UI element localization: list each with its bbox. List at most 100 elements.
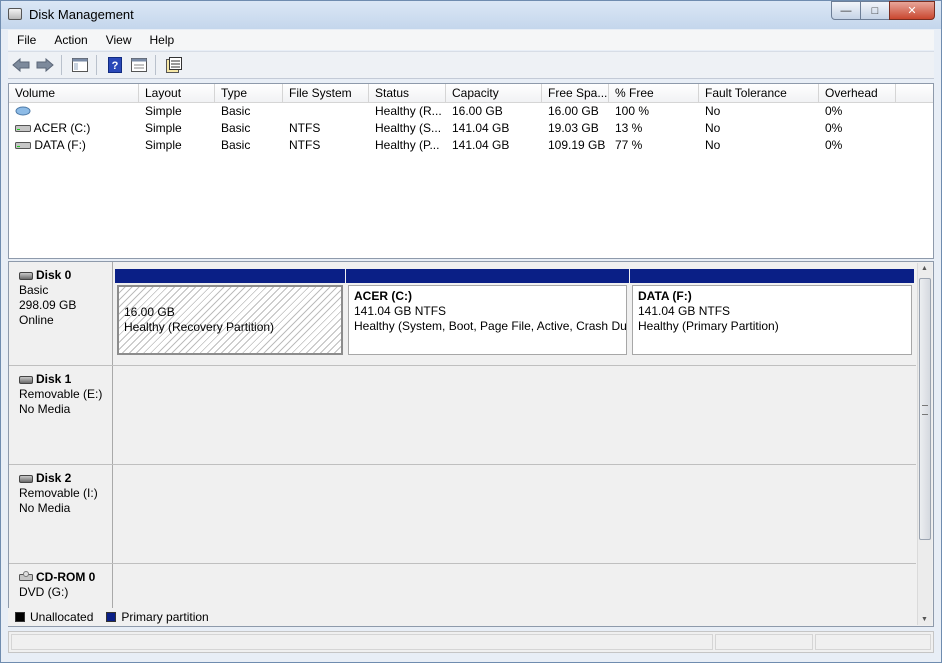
status-cell: Healthy (R... [375,104,442,118]
disk-0-partitions: 16.00 GB Healthy (Recovery Partition) AC… [113,262,916,365]
legend-primary-partition: Primary partition [121,610,209,624]
removable-disk-icon [19,474,33,483]
file-system-cell [283,103,369,120]
partition-status: Healthy (System, Boot, Page File, Active… [354,319,627,333]
free-space-cell: 109.19 GB [548,138,606,152]
disk-0-label[interactable]: Disk 0 Basic 298.09 GB Online [9,262,113,365]
toolbar: ? [8,51,934,79]
column-header-volume[interactable]: Volume [9,84,139,102]
partition-status: Healthy (Primary Partition) [638,319,779,333]
svg-text:?: ? [112,60,119,72]
disk-name: Disk 1 [19,372,112,387]
disk-name: Disk 2 [19,471,112,486]
help-icon[interactable]: ? [104,54,126,76]
volume-cell: DATA (F:) [9,137,139,154]
scrollbar-grip-icon [922,405,928,415]
disk-1-label[interactable]: Disk 1 Removable (E:) No Media [9,366,113,464]
volume-icon [15,106,31,116]
capacity-cell: 141.04 GB [452,138,510,152]
volume-cell: ACER (C:) [9,120,139,137]
partition-type-bar [346,269,629,283]
status-cell: Healthy (S... [375,121,442,135]
menu-bar: File Action View Help [8,30,934,50]
volume-name: ACER (C:) [33,121,91,135]
partition-recovery[interactable]: 16.00 GB Healthy (Recovery Partition) [115,269,345,357]
partition-type-bar [115,269,345,283]
disk-type: Removable (I:) [19,486,98,500]
overhead-cell: 0% [825,138,843,152]
scroll-up-icon[interactable]: ▲ [921,265,928,272]
partition-data-f[interactable]: DATA (F:) 141.04 GB NTFS Healthy (Primar… [630,269,914,357]
partition-size: 141.04 GB NTFS [354,304,447,318]
fault-tolerance-cell: No [705,104,721,118]
column-header-capacity[interactable]: Capacity [446,84,542,102]
table-row[interactable]: Simple Basic Healthy (R... 16.00 GB 16.0… [9,103,933,120]
disk-type: Basic [19,283,49,297]
menu-help[interactable]: Help [141,33,184,47]
status-bar [8,631,934,653]
column-header-free-space[interactable]: Free Spa... [542,84,609,102]
status-pane-main [11,634,713,650]
window-controls: — □ ✕ [831,1,935,21]
column-header-status[interactable]: Status [369,84,446,102]
partition-body: DATA (F:) 141.04 GB NTFS Healthy (Primar… [632,285,912,355]
disk-2-empty-area [113,465,916,563]
layout-cell: Simple [145,138,182,152]
close-button[interactable]: ✕ [889,1,935,20]
hard-disk-icon [19,271,33,280]
type-cell: Basic [221,121,251,135]
unallocated-swatch [15,612,25,622]
forward-arrow-icon[interactable] [34,54,56,76]
disk-size: 298.09 GB [19,298,77,312]
menu-view[interactable]: View [97,33,141,47]
disk-1-empty-area [113,366,916,464]
minimize-button[interactable]: — [831,1,861,20]
partition-title: DATA (F:) [638,289,692,303]
capacity-cell: 141.04 GB [452,121,510,135]
disk-name: CD-ROM 0 [19,570,112,585]
overhead-cell: 0% [825,104,843,118]
cd-rom-icon [19,570,33,581]
column-header-overhead[interactable]: Overhead [819,84,896,102]
column-header-type[interactable]: Type [215,84,283,102]
properties-icon[interactable] [128,54,150,76]
disk-type: Removable (E:) [19,387,103,401]
title-bar[interactable]: Disk Management — □ ✕ [1,1,941,29]
table-row[interactable]: DATA (F:) Simple Basic NTFS Healthy (P..… [9,137,933,154]
partition-status: Healthy (Recovery Partition) [124,320,275,334]
maximize-button[interactable]: □ [860,1,890,20]
column-header-file-system[interactable]: File System [283,84,369,102]
free-space-cell: 19.03 GB [548,121,599,135]
scrollbar-thumb[interactable] [919,278,931,540]
disk-row-disk-0: Disk 0 Basic 298.09 GB Online 16.00 GB H… [9,262,916,366]
window-title: Disk Management [29,7,134,22]
scroll-down-icon[interactable]: ▼ [921,616,928,623]
column-header-fault-tolerance[interactable]: Fault Tolerance [699,84,819,102]
disk-state: No Media [19,402,71,416]
console-tree-icon[interactable] [69,54,91,76]
disk-graphical-view: Disk 0 Basic 298.09 GB Online 16.00 GB H… [8,261,934,627]
disk-2-label[interactable]: Disk 2 Removable (I:) No Media [9,465,113,563]
menu-action[interactable]: Action [45,33,96,47]
back-arrow-icon[interactable] [10,54,32,76]
toolbar-separator [96,55,97,75]
column-header-layout[interactable]: Layout [139,84,215,102]
type-cell: Basic [221,104,251,118]
disk-name: Disk 0 [19,268,112,283]
partition-acer-c[interactable]: ACER (C:) 141.04 GB NTFS Healthy (System… [346,269,629,357]
partition-body: ACER (C:) 141.04 GB NTFS Healthy (System… [348,285,627,355]
type-cell: Basic [221,138,251,152]
menu-file[interactable]: File [8,33,45,47]
capacity-cell: 16.00 GB [452,104,503,118]
toolbar-separator [61,55,62,75]
percent-free-cell: 77 % [615,138,643,152]
volume-list: Volume Layout Type File System Status Ca… [8,83,934,259]
layout-cell: Simple [145,104,182,118]
column-header-percent-free[interactable]: % Free [609,84,699,102]
disk-view-scrollbar[interactable]: ▲ ▼ [917,263,932,625]
export-list-icon[interactable] [163,54,185,76]
file-system-cell: NTFS [289,138,321,152]
legend-unallocated: Unallocated [30,610,94,624]
hard-drive-icon [15,142,31,149]
table-row[interactable]: ACER (C:) Simple Basic NTFS Healthy (S..… [9,120,933,137]
